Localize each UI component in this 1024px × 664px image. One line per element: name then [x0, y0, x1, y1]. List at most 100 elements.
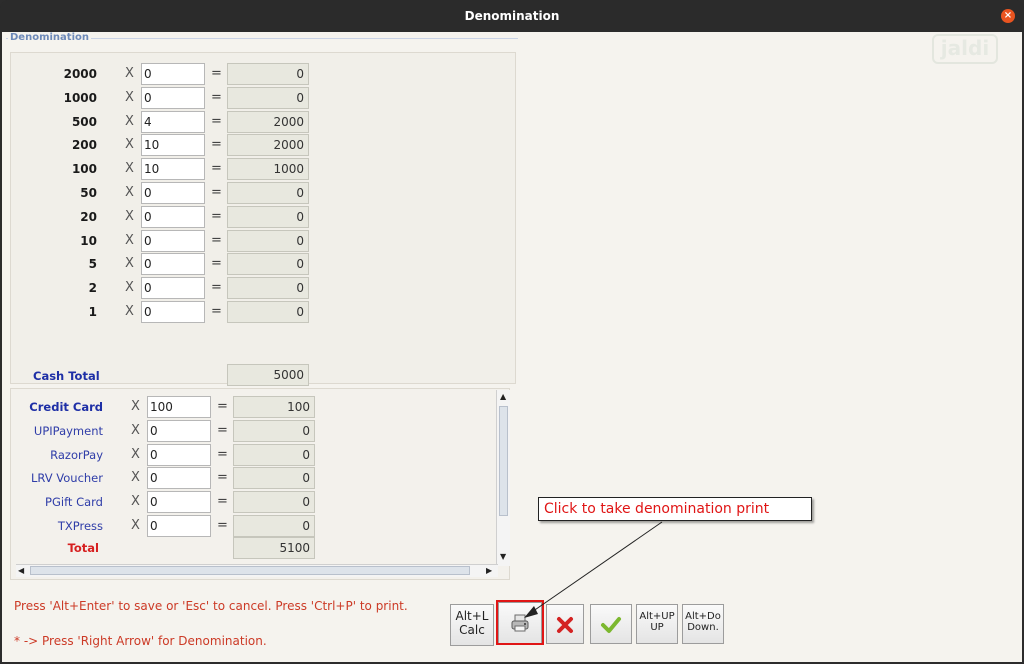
payment-qty-input[interactable]: 0	[147, 419, 211, 442]
payment-row: RazorPay X 0 = 0	[11, 443, 321, 466]
scrollbar-thumb[interactable]	[499, 406, 508, 516]
shortcut-hint: Press 'Alt+Enter' to save or 'Esc' to ca…	[14, 599, 408, 613]
denomination-qty-input[interactable]: 0	[141, 277, 205, 300]
equals-sign: =	[217, 470, 228, 486]
print-callout: Click to take denomination print	[538, 497, 812, 521]
payment-mode-label: PGift Card	[45, 495, 103, 510]
denomination-qty-input[interactable]: 0	[141, 63, 205, 85]
payment-qty-input[interactable]: 0	[147, 491, 211, 514]
denomination-amount: 0	[227, 205, 309, 228]
denomination-label: 500	[71, 114, 97, 129]
denomination-label: 5	[88, 257, 97, 272]
multiply-sign: X	[131, 446, 140, 462]
denomination-amount: 2000	[227, 110, 309, 133]
payment-qty-input[interactable]: 0	[147, 443, 211, 466]
payments-panel: Credit Card X 100 = 100 UPIPayment X 0 = 0 RazorPa…	[10, 388, 510, 580]
denomination-qty-input[interactable]: 10	[141, 134, 205, 157]
payment-row: LRV Voucher X 0 = 0	[11, 467, 321, 490]
denomination-row: 1000 X 0 = 0	[11, 86, 311, 109]
denomination-amount: 0	[227, 277, 309, 300]
denomination-label: 1	[88, 305, 97, 319]
denomination-amount: 0	[227, 86, 309, 109]
down-shortcut: Alt+Do	[685, 611, 721, 622]
scroll-down-arrow[interactable]: ▼	[500, 552, 506, 562]
payment-qty-input[interactable]: 0	[147, 467, 211, 490]
denomination-label: 50	[80, 186, 97, 200]
denomination-qty-input[interactable]: 0	[141, 253, 205, 276]
denomination-label: 10	[80, 233, 97, 248]
payments-total-value: 5100	[233, 537, 315, 559]
multiply-sign: X	[125, 137, 134, 153]
down-label: Down.	[687, 622, 719, 633]
payments-vertical-scrollbar[interactable]: ▲ ▼	[496, 390, 510, 566]
denomination-amount: 0	[227, 253, 309, 276]
close-window-button[interactable]: ×	[1001, 9, 1015, 23]
scrollbar-thumb[interactable]	[30, 566, 470, 575]
denomination-row: 2000 X 0 = 0	[11, 63, 311, 85]
equals-sign: =	[211, 232, 222, 248]
calc-shortcut: Alt+L	[455, 609, 489, 623]
cash-total-value: 5000	[227, 364, 309, 386]
payment-amount: 100	[233, 396, 315, 418]
denomination-qty-input[interactable]: 4	[141, 110, 205, 133]
scroll-left-arrow[interactable]: ◀	[18, 566, 24, 576]
denomination-label: 1000	[63, 90, 97, 105]
equals-sign: =	[217, 399, 228, 414]
multiply-sign: X	[131, 494, 140, 510]
equals-sign: =	[211, 137, 222, 153]
equals-sign: =	[211, 280, 222, 296]
payment-row: PGift Card X 0 = 0	[11, 491, 321, 514]
equals-sign: =	[211, 66, 222, 81]
denomination-row: 50 X 0 = 0	[11, 182, 311, 204]
denomination-row: 10 X 0 = 0	[11, 229, 311, 252]
multiply-sign: X	[125, 113, 134, 129]
equals-sign: =	[211, 208, 222, 224]
save-button[interactable]	[590, 604, 632, 644]
multiply-sign: X	[131, 470, 140, 486]
equals-sign: =	[211, 89, 222, 105]
up-label: UP	[650, 622, 664, 633]
denomination-row: 100 X 10 = 1000	[11, 158, 311, 181]
equals-sign: =	[217, 494, 228, 510]
scroll-right-arrow[interactable]: ▶	[486, 566, 492, 576]
denomination-row: 2 X 0 = 0	[11, 277, 311, 300]
red-cross-icon	[557, 617, 573, 633]
denomination-qty-input[interactable]: 0	[141, 86, 205, 109]
down-button[interactable]: Alt+Do Down.	[682, 604, 724, 644]
equals-sign: =	[211, 185, 222, 200]
cancel-button[interactable]	[546, 604, 584, 644]
denomination-label: 2	[88, 281, 97, 296]
up-shortcut: Alt+UP	[639, 611, 675, 622]
denomination-qty-input[interactable]: 0	[141, 301, 205, 323]
multiply-sign: X	[125, 66, 134, 81]
multiply-sign: X	[131, 518, 140, 533]
cash-denomination-panel: 2000 X 0 = 0 1000 X 0 = 0 500 X 4 = 2000 200 X 10 = 2000 100…	[10, 52, 516, 386]
up-button[interactable]: Alt+UP UP	[636, 604, 678, 644]
denomination-qty-input[interactable]: 10	[141, 158, 205, 181]
equals-sign: =	[211, 256, 222, 272]
denomination-qty-input[interactable]: 0	[141, 229, 205, 252]
denomination-qty-input[interactable]: 0	[141, 182, 205, 204]
multiply-sign: X	[125, 232, 134, 248]
denomination-amount: 0	[227, 63, 309, 85]
print-button-highlight	[496, 600, 544, 645]
denomination-row: 20 X 0 = 0	[11, 205, 311, 228]
denomination-label: 20	[80, 209, 97, 224]
title-bar: Denomination ×	[0, 0, 1024, 32]
calc-button[interactable]: Alt+L Calc	[450, 604, 494, 646]
scroll-up-arrow[interactable]: ▲	[500, 392, 506, 402]
payment-qty-input[interactable]: 100	[147, 396, 211, 418]
payment-mode-label: LRV Voucher	[30, 471, 103, 486]
multiply-sign: X	[125, 304, 134, 319]
denomination-label: 2000	[63, 67, 97, 81]
denomination-amount: 0	[227, 229, 309, 252]
equals-sign: =	[211, 113, 222, 129]
denomination-label: 100	[71, 162, 97, 177]
denomination-qty-input[interactable]: 0	[141, 205, 205, 228]
payment-qty-input[interactable]: 0	[147, 515, 211, 537]
denomination-amount: 1000	[227, 158, 309, 181]
denomination-window: Denomination jaldi 2000 X 0 = 0 1000 X 0 = 0 500 X 4…	[2, 32, 1022, 662]
equals-sign: =	[211, 304, 222, 319]
payments-horizontal-scrollbar[interactable]: ◀ ▶	[16, 564, 498, 577]
multiply-sign: X	[125, 185, 134, 200]
